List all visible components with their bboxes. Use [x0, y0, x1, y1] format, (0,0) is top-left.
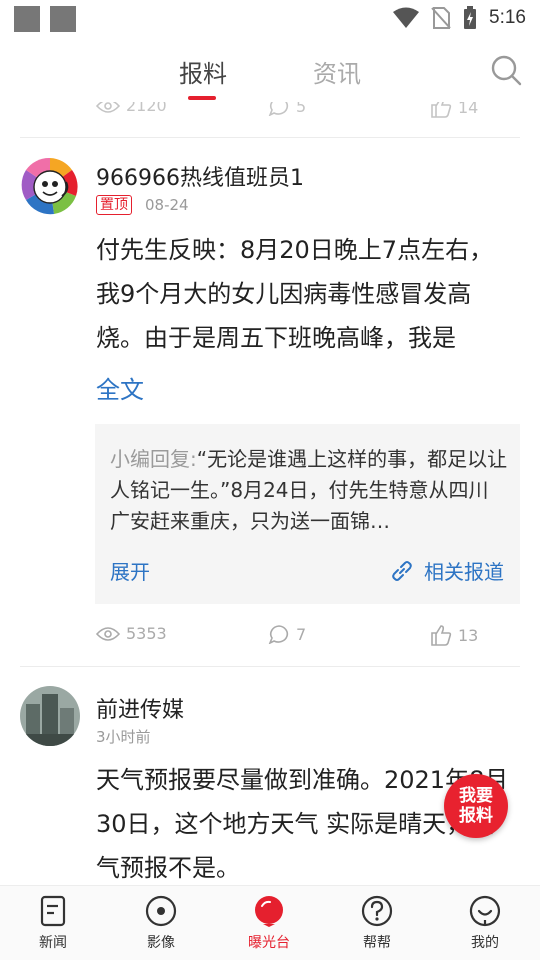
link-icon [392, 560, 412, 581]
top-tab-bar: 报料 资讯 [0, 38, 540, 102]
comment-count-value: 7 [296, 624, 307, 644]
status-bar: 5:16 [0, 0, 540, 38]
view-count: 2120 [96, 102, 167, 115]
no-sim-icon [431, 7, 451, 29]
nav-help-label: 帮帮 [363, 935, 391, 951]
like-count-value: 14 [458, 102, 479, 117]
like-count[interactable]: 13 [430, 624, 478, 646]
divider [20, 137, 520, 138]
author-name[interactable]: 966966热线值班员1 [96, 160, 304, 192]
status-icons: 5:16 [393, 6, 526, 30]
pinned-badge: 置顶 [96, 195, 132, 215]
like-count[interactable]: 14 [430, 102, 478, 118]
nav-help[interactable]: 帮帮 [337, 894, 417, 952]
post-date: 08-24 [145, 196, 189, 214]
building-photo-avatar [20, 686, 80, 746]
post-stats: 5353 7 13 [0, 624, 540, 648]
author-name[interactable]: 前进传媒 [96, 692, 184, 724]
nav-exposure-label: 曝光台 [248, 935, 290, 951]
post-date: 3小时前 [96, 728, 151, 746]
mascot-avatar-icon [20, 156, 80, 216]
report-fab-button[interactable]: 我要 报料 [444, 774, 508, 838]
wifi-icon [393, 7, 420, 28]
full-text-link[interactable]: 全文 [96, 370, 144, 405]
exposure-icon [255, 896, 283, 927]
nav-video-label: 影像 [147, 935, 175, 951]
avatar[interactable] [20, 156, 80, 216]
clock: 5:16 [489, 7, 526, 28]
search-icon[interactable] [490, 54, 522, 86]
profile-icon [469, 895, 501, 927]
expand-button[interactable]: 展开 [110, 556, 150, 585]
avatar[interactable] [20, 686, 80, 746]
like-count-value: 13 [458, 625, 479, 645]
editor-reply-text: 小编回复:“无论是谁遇上这样的事，都足以让人铭记一生。”8月24日，付先生特意从… [110, 444, 508, 537]
divider [20, 666, 520, 667]
editor-reply-box: 小编回复:“无论是谁遇上这样的事，都足以让人铭记一生。”8月24日，付先生特意从… [95, 424, 520, 604]
post-body[interactable]: 付先生反映：8月20日晚上7点左右，我9个月大的女儿因病毒性感冒发高烧。由于是周… [96, 228, 516, 360]
help-icon [361, 895, 393, 927]
video-icon [145, 895, 177, 927]
notification-icon [50, 6, 76, 32]
related-reports-label: 相关报道 [424, 560, 504, 584]
report-fab-line2: 报料 [459, 806, 493, 826]
news-icon [40, 895, 66, 927]
view-count-value: 5353 [126, 624, 167, 643]
feed[interactable]: 2120 5 14 966966热线值班员1 置顶 08-24 付先生反映：8月… [0, 102, 540, 885]
nav-news[interactable]: 新闻 [13, 894, 93, 952]
nav-profile[interactable]: 我的 [445, 894, 525, 952]
comment-icon [268, 102, 289, 116]
related-reports-button[interactable]: 相关报道 [390, 556, 504, 585]
thumbs-up-icon [431, 102, 452, 118]
view-count-value: 2120 [126, 102, 167, 115]
report-fab-line1: 我要 [459, 786, 493, 806]
comment-count[interactable]: 7 [268, 624, 306, 644]
comment-icon [268, 625, 289, 644]
nav-news-label: 新闻 [39, 935, 67, 951]
comment-count[interactable]: 5 [268, 102, 306, 116]
battery-charging-icon [464, 6, 477, 29]
eye-icon [96, 626, 120, 641]
reply-prefix: 小编回复: [110, 447, 197, 471]
eye-icon [96, 102, 120, 113]
tab-news[interactable]: 资讯 [313, 54, 361, 89]
thumbs-up-icon [431, 625, 452, 646]
active-tab-indicator [188, 96, 216, 100]
nav-profile-label: 我的 [471, 935, 499, 951]
notification-icon [14, 6, 40, 32]
bottom-nav: 新闻 影像 曝光台 帮帮 我的 [0, 885, 540, 960]
view-count: 5353 [96, 624, 167, 643]
nav-exposure[interactable]: 曝光台 [229, 894, 309, 952]
tab-report[interactable]: 报料 [179, 54, 227, 89]
nav-video[interactable]: 影像 [121, 894, 201, 952]
comment-count-value: 5 [296, 102, 307, 116]
prev-post-stats: 2120 5 14 [0, 102, 540, 120]
